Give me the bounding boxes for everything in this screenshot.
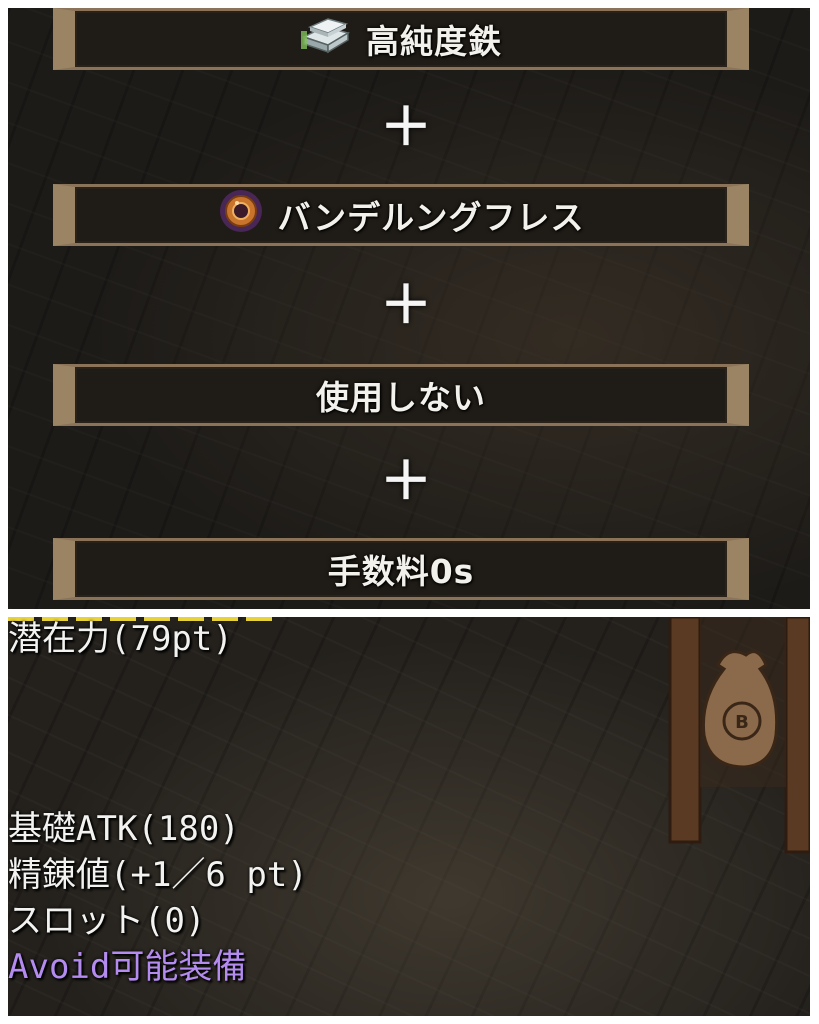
material-slot-ring[interactable]: バンデルングフレス	[53, 184, 749, 246]
iron-ingot-icon	[300, 15, 352, 63]
material-label-iron: 高純度鉄	[366, 22, 502, 61]
crafting-panel: 高純度鉄 ＋ バンデルングフレス ＋ 使用しない ＋ 手数料0s	[8, 8, 810, 609]
base-atk-stat: 基礎ATK(180)	[8, 809, 240, 849]
potential-stat: 潜在力(79pt)	[8, 619, 233, 659]
material-slot-none[interactable]: 使用しない	[53, 364, 749, 426]
orange-ring-icon	[218, 188, 264, 242]
plus-icon: ＋	[380, 276, 433, 336]
money-bag-sign-icon: B	[668, 617, 810, 854]
avoid-equip-stat: Avoid可能装備	[8, 947, 247, 987]
slot-count-stat: スロット(0)	[8, 901, 206, 941]
refine-stat: 精錬値(+1／6 pt)	[8, 855, 308, 895]
plus-icon: ＋	[380, 452, 433, 512]
plus-icon: ＋	[380, 98, 433, 158]
fee-label: 手数料0s	[327, 552, 475, 591]
material-slot-iron[interactable]: 高純度鉄	[53, 8, 749, 70]
fee-slot: 手数料0s	[53, 538, 749, 600]
material-label-none: 使用しない	[316, 378, 486, 417]
item-stats-panel: B 潜在力(79pt) 基礎ATK(180) 精錬値(+1／6 pt) スロット…	[8, 617, 810, 1016]
svg-text:B: B	[735, 712, 749, 733]
material-label-ring: バンデルングフレス	[277, 198, 585, 237]
